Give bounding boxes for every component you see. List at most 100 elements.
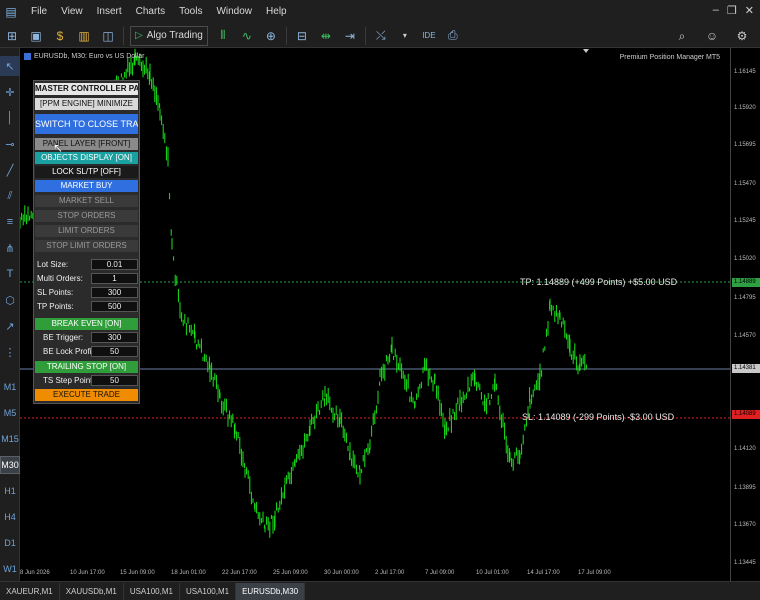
time-tick-label: 14 Jul 17:00 bbox=[527, 570, 560, 576]
menu-view[interactable]: View bbox=[54, 0, 90, 24]
toolbar-separator bbox=[123, 26, 124, 45]
shapes-icon[interactable]: ⬡ bbox=[0, 290, 20, 310]
timeframe-m1[interactable]: M1 bbox=[0, 378, 20, 396]
be-trigger-input[interactable]: 300 bbox=[91, 332, 138, 343]
tab-usa100-m1-2[interactable]: USA100,M1 bbox=[180, 582, 237, 600]
market-watch-icon[interactable]: $ bbox=[50, 26, 70, 46]
app-menu-icon[interactable]: ▤ bbox=[2, 3, 20, 21]
price-tick-label: 1.14120 bbox=[734, 446, 756, 452]
restore-icon[interactable]: ❐ bbox=[727, 4, 737, 17]
zoom-icon[interactable]: ⊕ bbox=[261, 26, 281, 46]
ts-step-points-label: TS Step Points bbox=[43, 376, 97, 385]
vertical-line-icon[interactable]: │ bbox=[0, 108, 20, 128]
community-icon[interactable]: ☺ bbox=[702, 26, 722, 46]
time-tick-label: 22 Jun 17:00 bbox=[222, 570, 257, 576]
indicators-icon[interactable]: ⤯ bbox=[371, 26, 391, 46]
break-even-button[interactable]: BREAK EVEN [ON] bbox=[35, 318, 138, 330]
main-toolbar: ⊞ ▣ $ ▥ ◫ ▷ Algo Trading ⫴ ∿ ⊕ ⊟ ⇹ ⇥ ⤯ ▾… bbox=[0, 24, 760, 48]
tab-xaueur-m1[interactable]: XAUEUR,M1 bbox=[0, 582, 60, 600]
menu-file[interactable]: File bbox=[24, 0, 54, 24]
ts-step-points-input[interactable]: 50 bbox=[91, 375, 138, 386]
menu-charts[interactable]: Charts bbox=[129, 0, 172, 24]
timeframe-h1[interactable]: H1 bbox=[0, 482, 20, 500]
stop-limit-orders-button[interactable]: STOP LIMIT ORDERS bbox=[35, 240, 138, 252]
tab-xauusdb-m1[interactable]: XAUUSDb,M1 bbox=[60, 582, 124, 600]
main-menu: File View Insert Charts Tools Window Hel… bbox=[24, 0, 294, 24]
more-tools-icon[interactable]: ⋮ bbox=[0, 342, 20, 362]
time-tick-label: 8 Jun 2026 bbox=[20, 570, 50, 576]
be-trigger-label: BE Trigger: bbox=[43, 333, 84, 342]
minimize-icon[interactable]: – bbox=[713, 4, 719, 17]
tp-points-input[interactable]: 500 bbox=[91, 301, 138, 312]
autoscroll-icon[interactable]: ⇥ bbox=[340, 26, 360, 46]
data-window-icon[interactable]: ▥ bbox=[74, 26, 94, 46]
toolbar-right: ⌕ ☺ ⚙ bbox=[670, 26, 754, 46]
menu-help[interactable]: Help bbox=[259, 0, 294, 24]
timeframe-h4[interactable]: H4 bbox=[0, 508, 20, 526]
cursor-icon[interactable]: ↖ bbox=[0, 56, 20, 76]
ide-button[interactable]: IDE bbox=[419, 26, 439, 46]
switch-to-close-trades-button[interactable]: SWITCH TO CLOSE TRADES bbox=[35, 114, 138, 134]
timeframe-m15[interactable]: M15 bbox=[0, 430, 20, 448]
profiles-icon[interactable]: ▣ bbox=[26, 26, 46, 46]
tab-usa100-m1[interactable]: USA100,M1 bbox=[124, 582, 180, 600]
timeframe-m30[interactable]: M30 bbox=[0, 456, 20, 474]
market-sell-button[interactable]: MARKET SELL bbox=[35, 195, 138, 207]
dropdown-icon[interactable]: ▾ bbox=[395, 26, 415, 46]
lot-size-input[interactable]: 0.01 bbox=[91, 259, 138, 270]
pitchfork-icon[interactable]: ⋔ bbox=[0, 238, 20, 258]
menu-insert[interactable]: Insert bbox=[90, 0, 129, 24]
menu-bar: ▤ File View Insert Charts Tools Window H… bbox=[0, 0, 760, 24]
be-lock-profit-input[interactable]: 50 bbox=[91, 346, 138, 357]
tab-eurusdb-m30[interactable]: EURUSDb,M30 bbox=[236, 582, 306, 600]
multi-orders-label: Multi Orders: bbox=[37, 274, 83, 283]
minimize-button[interactable]: [PPM ENGINE] MINIMIZE bbox=[35, 98, 138, 110]
trailing-stop-button[interactable]: TRAILING STOP [ON] bbox=[35, 361, 138, 373]
algo-trading-button[interactable]: ▷ Algo Trading bbox=[130, 25, 208, 46]
price-tick-label: 1.15695 bbox=[734, 142, 756, 148]
stop-orders-button[interactable]: STOP ORDERS bbox=[35, 210, 138, 222]
take-profit-label[interactable]: TP: 1.14889 (+499 Points) +$5.00 USD bbox=[520, 277, 677, 287]
trend-line-icon[interactable]: ╱ bbox=[0, 160, 20, 180]
search-icon[interactable]: ⌕ bbox=[672, 26, 692, 46]
master-controller-panel: MASTER CONTROLLER PANEL [PPM ENGINE] MIN… bbox=[33, 80, 140, 404]
trading-platform-window: ▤ File View Insert Charts Tools Window H… bbox=[0, 0, 760, 600]
sl-points-label: SL Points: bbox=[37, 288, 74, 297]
chart-shift-icon[interactable]: ⇹ bbox=[316, 26, 336, 46]
bar-chart-icon[interactable]: ⫴ bbox=[213, 26, 233, 46]
timeframe-m5[interactable]: M5 bbox=[0, 404, 20, 422]
objects-display-button[interactable]: OBJECTS DISPLAY [ON] bbox=[35, 152, 138, 164]
multi-orders-input[interactable]: 1 bbox=[91, 273, 138, 284]
settings-icon[interactable]: ⚙ bbox=[732, 26, 752, 46]
lock-sltp-button[interactable]: LOCK SL/TP [OFF] bbox=[35, 166, 138, 178]
channel-icon[interactable]: ⫽ bbox=[0, 186, 20, 206]
price-tick-label: 1.16145 bbox=[734, 69, 756, 75]
price-axis[interactable]: 1.16145 1.15920 1.15695 1.15470 1.15245 … bbox=[730, 48, 760, 581]
menu-window[interactable]: Window bbox=[209, 0, 259, 24]
arrows-icon[interactable]: ↗ bbox=[0, 316, 20, 336]
execute-trade-button[interactable]: EXECUTE TRADE bbox=[35, 389, 138, 401]
stop-loss-label[interactable]: SL: 1.14089 (-299 Points) -$3.00 USD bbox=[522, 412, 674, 422]
price-tick-label: 1.13895 bbox=[734, 485, 756, 491]
tile-windows-icon[interactable]: ⊟ bbox=[292, 26, 312, 46]
sl-points-input[interactable]: 300 bbox=[91, 287, 138, 298]
horizontal-line-icon[interactable]: ⊸ bbox=[0, 134, 20, 154]
timeframe-w1[interactable]: W1 bbox=[0, 560, 20, 578]
market-buy-button[interactable]: MARKET BUY bbox=[35, 180, 138, 192]
new-chart-icon[interactable]: ⊞ bbox=[2, 26, 22, 46]
text-icon[interactable]: T bbox=[0, 264, 20, 284]
sl-price-tag: 1.14089 bbox=[732, 410, 760, 419]
crosshair-icon[interactable]: ✛ bbox=[0, 82, 20, 102]
time-tick-label: 2 Jul 17:00 bbox=[375, 570, 405, 576]
fibonacci-icon[interactable]: ≡ bbox=[0, 212, 20, 232]
time-tick-label: 10 Jul 01:00 bbox=[476, 570, 509, 576]
menu-tools[interactable]: Tools bbox=[172, 0, 209, 24]
line-chart-icon[interactable]: ∿ bbox=[237, 26, 257, 46]
symbol-text: EURUSDb, M30: Euro vs US Dollar bbox=[34, 53, 145, 60]
navigator-icon[interactable]: ◫ bbox=[98, 26, 118, 46]
limit-orders-button[interactable]: LIMIT ORDERS bbox=[35, 225, 138, 237]
close-icon[interactable]: ✕ bbox=[745, 4, 754, 17]
timeframe-d1[interactable]: D1 bbox=[0, 534, 20, 552]
panel-layer-button[interactable]: PANEL LAYER [FRONT] bbox=[35, 138, 138, 150]
screenshot-icon[interactable]: ⎙ bbox=[443, 26, 463, 46]
